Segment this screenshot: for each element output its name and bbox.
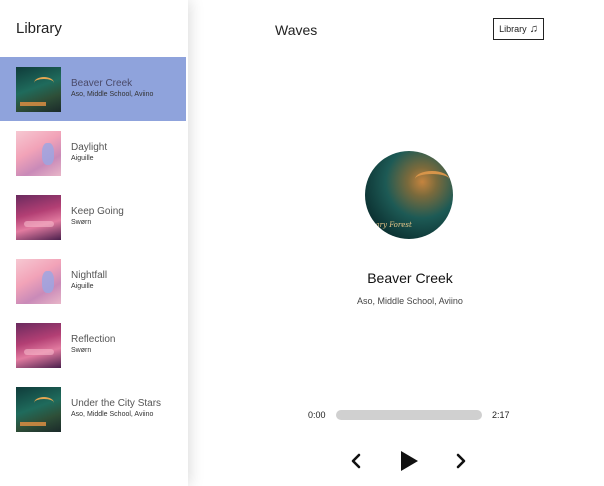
song-artist: Aiguille — [71, 155, 94, 162]
bridge-illustration — [415, 171, 449, 187]
library-toggle-button[interactable]: Library ♫ — [493, 18, 544, 40]
song-artist: Aso, Middle School, Aviino — [71, 91, 154, 98]
album-cover — [16, 386, 61, 432]
current-time: 0:00 — [308, 410, 326, 420]
music-note-icon: ♫ — [529, 22, 538, 35]
library-button-label: Library — [499, 24, 527, 34]
chevron-right-icon — [456, 453, 466, 469]
song-artist: Swørn — [71, 219, 92, 226]
song-name: Under the City Stars — [71, 398, 162, 409]
next-button[interactable] — [455, 453, 467, 474]
song-item[interactable]: Nightfall Aiguille — [0, 249, 186, 313]
song-item[interactable]: Under the City Stars Aso, Middle School,… — [0, 377, 186, 441]
library-sidebar: Library Beaver Creek Aso, Middle School,… — [0, 0, 188, 486]
previous-button[interactable] — [350, 453, 362, 474]
song-name: Daylight — [71, 142, 108, 153]
album-cover — [16, 130, 61, 176]
song-artist: Swørn — [71, 347, 92, 354]
song-name: Keep Going — [71, 206, 124, 217]
chevron-left-icon — [351, 453, 361, 469]
album-art-disc: nary Forest — [365, 151, 453, 239]
song-name: Reflection — [71, 334, 116, 345]
song-list: Beaver Creek Aso, Middle School, Aviino … — [0, 57, 186, 441]
seek-bar[interactable] — [336, 410, 482, 420]
app-title: Waves — [275, 22, 318, 38]
song-name: Beaver Creek — [71, 78, 133, 89]
track-title: Beaver Creek — [367, 270, 453, 286]
track-artist: Aso, Middle School, Aviino — [357, 296, 463, 306]
play-icon — [401, 451, 418, 471]
album-cover — [16, 194, 61, 240]
song-artist: Aiguille — [71, 283, 94, 290]
album-cover — [16, 66, 61, 112]
album-cover — [16, 322, 61, 368]
song-item[interactable]: Keep Going Swørn — [0, 185, 186, 249]
song-item[interactable]: Daylight Aiguille — [0, 121, 186, 185]
song-item[interactable]: Reflection Swørn — [0, 313, 186, 377]
album-art-caption: nary Forest — [371, 221, 412, 229]
song-artist: Aso, Middle School, Aviino — [71, 411, 154, 418]
play-button[interactable] — [399, 450, 419, 477]
sidebar-title: Library — [16, 20, 62, 37]
album-cover — [16, 258, 61, 304]
duration: 2:17 — [492, 410, 510, 420]
song-name: Nightfall — [71, 270, 108, 281]
song-item[interactable]: Beaver Creek Aso, Middle School, Aviino — [0, 57, 186, 121]
